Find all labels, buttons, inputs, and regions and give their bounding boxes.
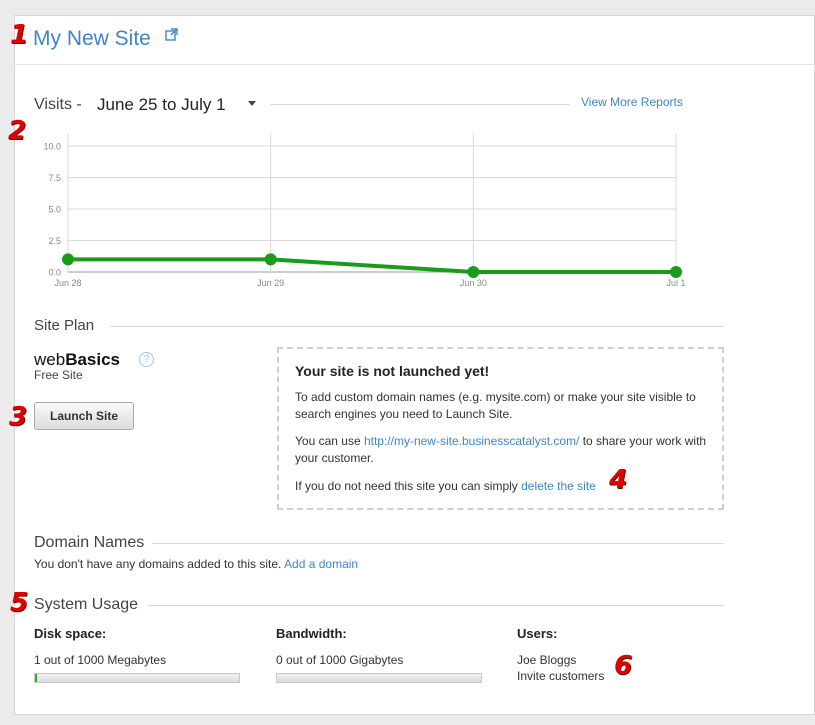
launch-notice: Your site is not launched yet! To add cu… <box>277 347 724 510</box>
x-tick-label: Jul 1 <box>666 278 685 288</box>
invite-customers-link[interactable]: Invite customers <box>517 669 604 683</box>
user-name: Joe Bloggs <box>517 653 577 667</box>
data-point <box>670 266 682 278</box>
plan-name: webBasics <box>34 350 120 370</box>
notice-share-prefix: You can use <box>295 434 364 448</box>
annotation-marker-3: 3 <box>9 402 28 432</box>
delete-site-link[interactable]: delete the site <box>521 479 596 493</box>
domains-empty-text: You don't have any domains added to this… <box>34 557 285 571</box>
y-tick-label: 7.5 <box>48 173 61 183</box>
notice-text-share: You can use http://my-new-site.businessc… <box>295 433 715 467</box>
data-point <box>62 253 74 266</box>
x-tick-label: Jun 30 <box>460 278 487 288</box>
series-line <box>68 257 676 274</box>
disk-space-bar <box>34 673 240 683</box>
data-point <box>264 253 277 266</box>
disk-space-heading: Disk space: <box>34 626 107 641</box>
users-heading: Users: <box>517 626 558 641</box>
domain-names-divider <box>152 543 724 544</box>
bandwidth-heading: Bandwidth: <box>276 626 347 641</box>
annotation-marker-6: 6 <box>614 651 633 681</box>
bandwidth-bar <box>276 673 482 683</box>
x-tick-label: Jun 28 <box>54 278 81 288</box>
help-icon[interactable]: ? <box>139 352 154 367</box>
system-usage-label: System Usage <box>34 596 139 613</box>
bandwidth-text: 0 out of 1000 Gigabytes <box>276 653 404 667</box>
y-tick-label: 10.0 <box>43 142 61 152</box>
y-tick-label: 0.0 <box>48 268 61 278</box>
annotation-marker-5: 5 <box>10 588 29 618</box>
site-url-link[interactable]: http://my-new-site.businesscatalyst.com/ <box>364 434 579 448</box>
plan-subtitle: Free Site <box>34 368 83 382</box>
y-tick-label: 2.5 <box>48 236 61 246</box>
domain-names-label: Domain Names <box>34 534 145 551</box>
notice-title: Your site is not launched yet! <box>295 363 490 379</box>
plan-name-prefix: web <box>34 350 66 369</box>
y-tick-label: 5.0 <box>48 205 61 215</box>
x-tick-label: Jun 29 <box>257 278 284 288</box>
visits-chart: 10.0 7.5 5.0 2.5 0.0Jun 28 Jun 29 Jun 30 Jul 1 <box>43 133 686 288</box>
add-domain-link[interactable]: Add a domain <box>284 557 358 571</box>
notice-text-delete: If you do not need this site you can sim… <box>295 478 715 495</box>
launch-site-button[interactable]: Launch Site <box>34 402 134 430</box>
site-plan-divider <box>110 326 724 327</box>
site-plan-label: Site Plan <box>34 317 95 334</box>
disk-space-text: 1 out of 1000 Megabytes <box>34 653 167 667</box>
notice-delete-prefix: If you do not need this site you can sim… <box>295 479 522 493</box>
notice-text-launch: To add custom domain names (e.g. mysite.… <box>295 390 696 421</box>
disk-space-bar-fill <box>35 674 38 682</box>
plan-name-bold: Basics <box>65 350 121 369</box>
system-usage-divider <box>148 605 724 606</box>
domains-message: You don't have any domains added to this… <box>34 557 358 571</box>
data-point <box>467 266 480 278</box>
